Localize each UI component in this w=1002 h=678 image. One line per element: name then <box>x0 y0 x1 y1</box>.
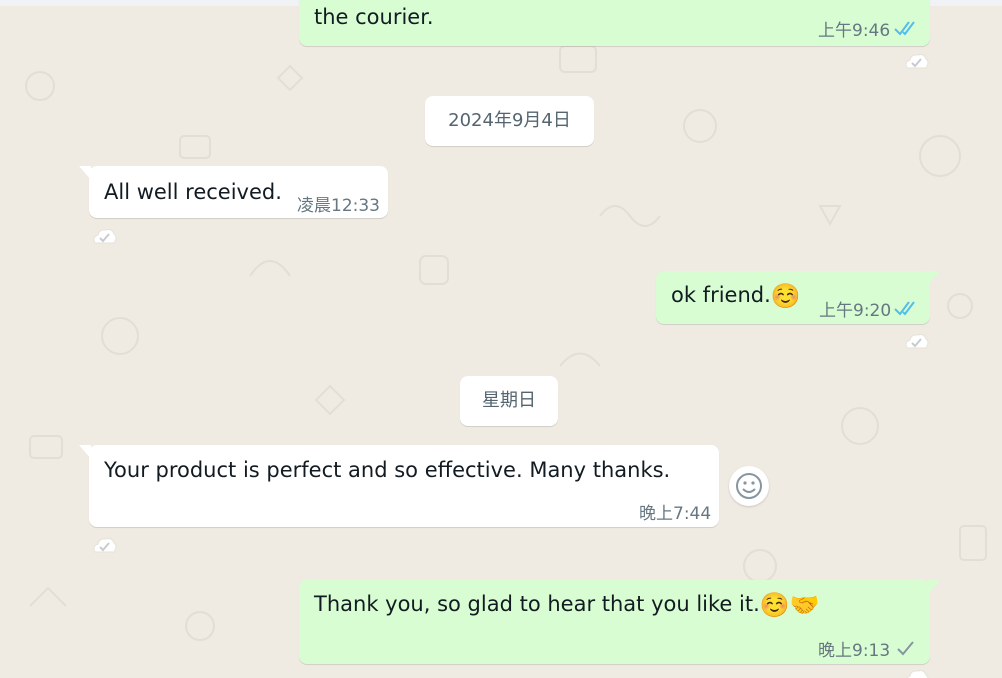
reaction-check-icon[interactable] <box>91 536 117 556</box>
message-time: 凌晨12:33 <box>297 196 380 216</box>
reaction-button[interactable] <box>729 466 769 506</box>
bubble-tail <box>79 166 91 180</box>
outgoing-message[interactable]: the courier. 上午9:46 <box>299 0 930 46</box>
reaction-check-icon[interactable] <box>903 668 929 678</box>
reaction-check-icon[interactable] <box>903 52 929 72</box>
smiling-handshake-emoji: ☺️🤝 <box>759 591 820 619</box>
message-time: 上午9:46 <box>818 21 891 41</box>
message-text: All well received. <box>104 180 282 204</box>
message-time: 晚上9:13 <box>818 641 891 661</box>
bubble-tail <box>928 271 940 285</box>
message-text: Thank you, so glad to hear that you like… <box>314 589 820 620</box>
reaction-check-icon[interactable] <box>903 332 929 352</box>
message-time: 上午9:20 <box>819 301 892 321</box>
smiling-face-emoji: ☺️ <box>770 282 801 310</box>
message-text: the courier. <box>314 5 434 29</box>
outgoing-message[interactable]: Thank you, so glad to hear that you like… <box>299 580 940 664</box>
single-check-icon <box>897 641 914 656</box>
message-time: 晚上7:44 <box>639 504 712 524</box>
message-text: Your product is perfect and so effective… <box>104 458 671 482</box>
bubble-tail <box>79 445 91 459</box>
outgoing-message[interactable]: ok friend.☺️ 上午9:20 <box>656 271 940 324</box>
smiley-icon <box>736 473 762 499</box>
reaction-check-icon[interactable] <box>91 227 117 247</box>
message-text-content: Thank you, so glad to hear that you like… <box>314 592 760 616</box>
incoming-message[interactable]: All well received. 凌晨12:33 <box>79 166 388 218</box>
bubble-tail <box>928 580 940 594</box>
date-separator: 2024年9月4日 <box>425 96 594 146</box>
message-text-content: ok friend. <box>671 283 771 307</box>
date-separator: 星期日 <box>460 376 558 426</box>
message-text: ok friend.☺️ <box>671 280 801 311</box>
incoming-message[interactable]: Your product is perfect and so effective… <box>79 445 719 527</box>
double-check-icon <box>894 301 915 316</box>
double-check-icon <box>894 21 915 36</box>
